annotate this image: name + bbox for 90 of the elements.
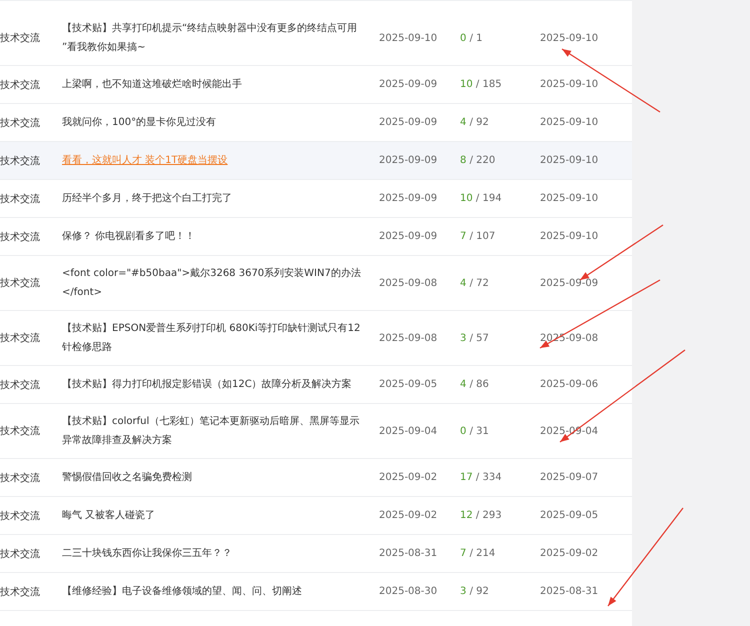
category-label: 技术交流 xyxy=(0,586,41,598)
post-date: 2025-09-08 xyxy=(378,278,438,288)
view-count: / 86 xyxy=(470,379,489,390)
view-count: / 72 xyxy=(470,278,489,288)
thread-row[interactable]: 技术交流 【维修经验】电子设备维修领域的望、闻、问、切阐述 2025-08-30 3 / 92 2025-08-31 xyxy=(0,573,632,611)
view-count: / 92 xyxy=(470,586,489,597)
category-label: 技术交流 xyxy=(0,230,41,244)
category-label: 技术交流 xyxy=(0,332,41,345)
post-date: 2025-09-10 xyxy=(378,32,438,44)
post-date: 2025-09-09 xyxy=(378,79,438,90)
last-reply-date: 2025-09-07 xyxy=(540,472,600,483)
post-date: 2025-08-30 xyxy=(378,586,438,597)
category-label: 技术交流 xyxy=(0,192,41,206)
thread-title-link[interactable]: 【技术贴】得力打印机报定影错误（如12C）故障分析及解决方案 xyxy=(62,375,361,394)
post-date: 2025-08-31 xyxy=(378,548,438,559)
category-label: 技术交流 xyxy=(0,472,41,484)
thread-row[interactable]: 技术交流 保修？ 你电视剧看多了吧！！ 2025-09-09 7 / 107 2025-09-10 xyxy=(0,218,632,256)
last-reply-date: 2025-09-10 xyxy=(540,79,600,90)
view-count: / 293 xyxy=(476,510,502,521)
reply-count: 7 xyxy=(460,231,466,242)
category-label: 技术交流 xyxy=(0,510,41,522)
category-label: 技术交流 xyxy=(0,276,41,290)
last-reply-date: 2025-09-09 xyxy=(540,278,600,288)
thread-title-link[interactable]: 上梁啊，也不知道这堆破烂啥时候能出手 xyxy=(62,75,361,94)
post-date: 2025-09-05 xyxy=(378,379,438,390)
reply-count: 0 xyxy=(460,32,466,44)
category-label: 技术交流 xyxy=(0,378,41,392)
thread-row[interactable]: 技术交流 上梁啊，也不知道这堆破烂啥时候能出手 2025-09-09 10 / 185 2025-09-10 xyxy=(0,66,632,104)
category-label: 技术交流 xyxy=(0,116,41,130)
post-date: 2025-09-09 xyxy=(378,193,438,204)
post-date: 2025-09-09 xyxy=(378,231,438,242)
last-reply-date: 2025-09-10 xyxy=(540,155,600,166)
last-reply-date: 2025-09-10 xyxy=(540,117,600,128)
post-date: 2025-09-02 xyxy=(378,510,438,521)
thread-row[interactable]: 技术交流 【技术贴】得力打印机报定影错误（如12C）故障分析及解决方案 2025-09-05 4 / 86 2025-09-06 xyxy=(0,366,632,404)
last-reply-date: 2025-09-06 xyxy=(540,379,600,390)
reply-count: 10 xyxy=(460,79,473,90)
reply-count: 0 xyxy=(460,426,466,436)
thread-row[interactable]: 技术交流 历经半个多月，终于把这个白工打完了 2025-09-09 10 / 194 2025-09-10 xyxy=(0,180,632,218)
reply-count: 7 xyxy=(460,548,466,559)
post-date: 2025-09-02 xyxy=(378,472,438,483)
thread-row[interactable]: 技术交流 二三十块钱东西你让我保你三五年？？ 2025-08-31 7 / 214 2025-09-02 xyxy=(0,535,632,573)
post-date: 2025-09-09 xyxy=(378,155,438,166)
thread-row[interactable]: 技术交流 看看，这就叫人才 装个1T硬盘当摆设 2025-09-09 8 / 220 2025-09-10 xyxy=(0,142,632,180)
post-date: 2025-09-04 xyxy=(378,426,438,436)
category-label: 技术交流 xyxy=(0,32,41,45)
last-reply-date: 2025-09-10 xyxy=(540,32,600,44)
reply-count: 4 xyxy=(460,117,466,128)
last-reply-date: 2025-09-10 xyxy=(540,231,600,242)
thread-title-link[interactable]: 【技术贴】共享打印机提示“终结点映射器中没有更多的终结点可用 ”看我教你如果搞~ xyxy=(62,19,361,57)
thread-title-link[interactable]: 【技术贴】colorful（七彩虹）笔记本更新驱动后暗屏、黑屏等显示异常故障排查及解决方案 xyxy=(62,412,361,450)
category-label: 技术交流 xyxy=(0,548,41,560)
view-count: / 334 xyxy=(476,472,502,483)
thread-title-link[interactable]: <font color="#b50baa">戴尔3268 3670系列安装WIN7的办法</font> xyxy=(62,264,361,302)
post-date: 2025-09-09 xyxy=(378,117,438,128)
view-count: / 92 xyxy=(470,117,489,128)
view-count: / 185 xyxy=(476,79,502,90)
post-date: 2025-09-08 xyxy=(378,332,438,344)
last-reply-date: 2025-09-02 xyxy=(540,548,600,559)
thread-title-link[interactable]: 保修？ 你电视剧看多了吧！！ xyxy=(62,227,361,246)
category-label: 技术交流 xyxy=(0,78,41,92)
view-count: / 107 xyxy=(470,231,496,242)
thread-title-link[interactable]: 我就问你，100°的显卡你见过没有 xyxy=(62,113,361,132)
thread-title-link[interactable]: 【维修经验】电子设备维修领域的望、闻、问、切阐述 xyxy=(62,582,361,601)
reply-count: 3 xyxy=(460,586,466,597)
view-count: / 214 xyxy=(470,548,496,559)
reply-count: 8 xyxy=(460,155,466,166)
thread-title-link[interactable]: 历经半个多月，终于把这个白工打完了 xyxy=(62,189,361,208)
category-label: 技术交流 xyxy=(0,424,41,438)
view-count: / 220 xyxy=(470,155,496,166)
view-count: / 1 xyxy=(470,32,482,44)
view-count: / 194 xyxy=(476,193,502,204)
view-count: / 57 xyxy=(470,332,489,344)
reply-count: 12 xyxy=(460,510,473,521)
reply-count: 3 xyxy=(460,332,466,344)
thread-title-link[interactable]: 二三十块钱东西你让我保你三五年？？ xyxy=(62,544,361,563)
reply-count: 17 xyxy=(460,472,473,483)
last-reply-date: 2025-08-31 xyxy=(540,586,600,597)
thread-row[interactable]: 技术交流 晦气 又被客人碰瓷了 2025-09-02 12 / 293 2025-09-05 xyxy=(0,497,632,535)
thread-title-link[interactable]: 警惕假借回收之名骗免费检测 xyxy=(62,468,361,487)
category-label: 技术交流 xyxy=(0,154,41,168)
last-reply-date: 2025-09-10 xyxy=(540,193,600,204)
last-reply-date: 2025-09-05 xyxy=(540,510,600,521)
thread-row[interactable]: 技术交流 警惕假借回收之名骗免费检测 2025-09-02 17 / 334 2025-09-07 xyxy=(0,459,632,497)
reply-count: 4 xyxy=(460,278,466,288)
reply-count: 10 xyxy=(460,193,473,204)
thread-title-link[interactable]: 晦气 又被客人碰瓷了 xyxy=(62,506,361,525)
thread-title-link[interactable]: 【技术贴】EPSON爱普生系列打印机 680Ki等打印缺针测试只有12针检修思路 xyxy=(62,319,361,357)
view-count: / 31 xyxy=(470,426,489,436)
reply-count: 4 xyxy=(460,379,466,390)
